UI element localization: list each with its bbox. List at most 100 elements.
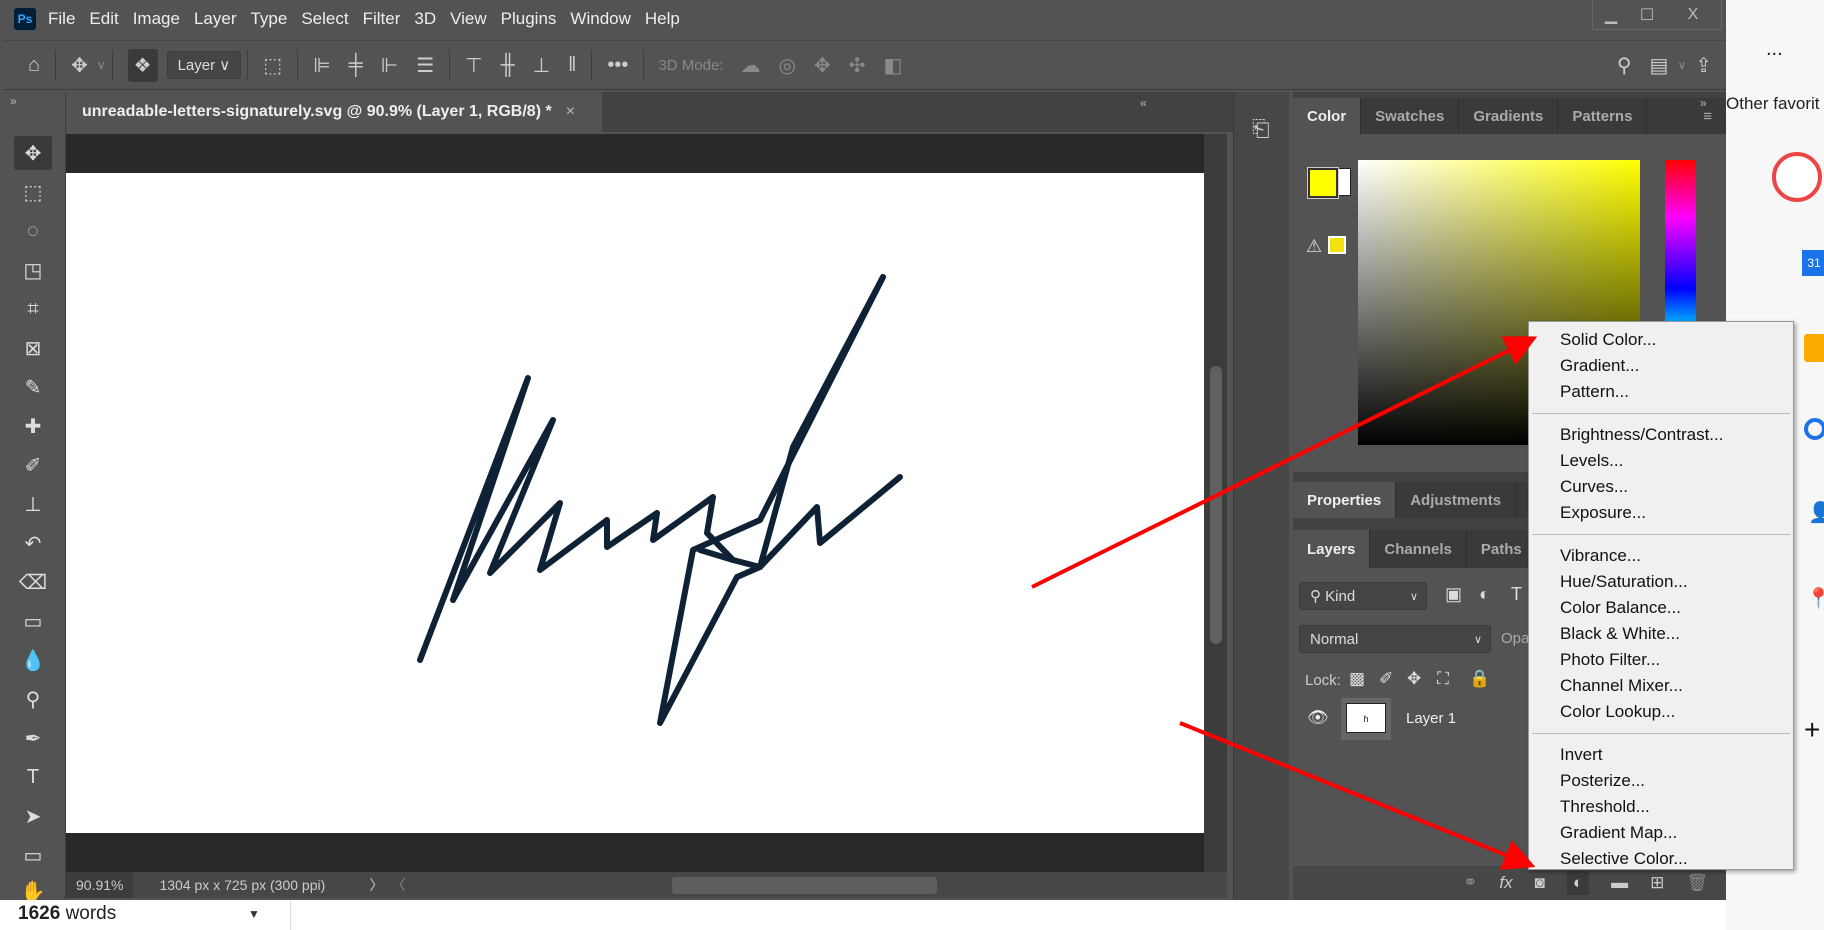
other-favorites[interactable]: Other favorit bbox=[1726, 94, 1820, 114]
dodge-tool-icon[interactable]: ⚲ bbox=[14, 682, 52, 716]
filter-kind-select[interactable]: ⚲ Kind ∨ bbox=[1299, 582, 1427, 610]
panel-menu-icon[interactable]: ≡ bbox=[1689, 98, 1726, 134]
marquee-tool-icon[interactable]: ⬚ bbox=[14, 175, 52, 209]
pen-tool-icon[interactable]: ✒ bbox=[14, 721, 52, 755]
menu-item-channel-mixer[interactable]: Channel Mixer... bbox=[1529, 673, 1793, 699]
menu-item-threshold[interactable]: Threshold... bbox=[1529, 794, 1793, 820]
minimize-button[interactable]: ▁ bbox=[1593, 0, 1629, 29]
auto-select-layers-icon[interactable]: ❖ bbox=[127, 48, 158, 82]
menu-item-posterize[interactable]: Posterize... bbox=[1529, 768, 1793, 794]
add-icon[interactable]: + bbox=[1804, 714, 1820, 746]
object-select-tool-icon[interactable]: ◳ bbox=[14, 253, 52, 287]
distribute-vertical-icon[interactable]: ‖ bbox=[568, 54, 576, 77]
healing-brush-icon[interactable]: ✚ bbox=[14, 409, 52, 443]
menu-item-vibrance[interactable]: Vibrance... bbox=[1529, 543, 1793, 569]
menu-item-color-lookup[interactable]: Color Lookup... bbox=[1529, 699, 1793, 725]
more-icon[interactable]: ... bbox=[1766, 38, 1783, 61]
menu-item-black-white[interactable]: Black & White... bbox=[1529, 621, 1793, 647]
scroll-left-arrow[interactable]: 〈 bbox=[391, 875, 405, 895]
tab-channels[interactable]: Channels bbox=[1370, 530, 1467, 568]
collapse-panels-icon[interactable]: « bbox=[1140, 96, 1147, 110]
menu-item-curves[interactable]: Curves... bbox=[1529, 474, 1793, 500]
align-center-icon[interactable]: ╪ bbox=[349, 54, 363, 77]
menu-filter[interactable]: Filter bbox=[363, 9, 401, 29]
menu-file[interactable]: File bbox=[48, 9, 75, 29]
history-panel-icon[interactable]: ⎗ bbox=[1252, 116, 1270, 142]
menu-select[interactable]: Select bbox=[301, 9, 348, 29]
menu-item-color-balance[interactable]: Color Balance... bbox=[1529, 595, 1793, 621]
blur-tool-icon[interactable]: 💧 bbox=[14, 643, 52, 677]
status-menu-arrow[interactable]: 〉 bbox=[369, 875, 391, 895]
menu-3d[interactable]: 3D bbox=[414, 9, 436, 29]
foreground-color-swatch[interactable] bbox=[1307, 167, 1339, 199]
tab-patterns[interactable]: Patterns bbox=[1558, 98, 1648, 134]
menu-type[interactable]: Type bbox=[250, 9, 287, 29]
link-layers-icon[interactable]: ⚭ bbox=[1463, 873, 1477, 893]
tab-paths[interactable]: Paths bbox=[1467, 530, 1537, 568]
tab-gradients[interactable]: Gradients bbox=[1459, 98, 1559, 134]
filter-adjustment-icon[interactable]: ◐ bbox=[1479, 584, 1490, 605]
eraser-tool-icon[interactable]: ⌫ bbox=[14, 565, 52, 599]
close-button[interactable]: X bbox=[1665, 0, 1721, 29]
3d-camera-icon[interactable]: ◧ bbox=[883, 53, 902, 78]
history-brush-icon[interactable]: ↶ bbox=[14, 526, 52, 560]
lock-transparent-icon[interactable]: ▩ bbox=[1349, 669, 1365, 689]
menu-help[interactable]: Help bbox=[645, 9, 680, 29]
group-folder-icon[interactable]: ▬ bbox=[1611, 873, 1628, 893]
calendar-icon[interactable]: 31 bbox=[1802, 250, 1824, 276]
brush-tool-icon[interactable]: ✐ bbox=[14, 448, 52, 482]
3d-pan-icon[interactable]: ✥ bbox=[814, 53, 831, 78]
frame-tool-icon[interactable]: ⊠ bbox=[14, 331, 52, 365]
adjustment-layer-icon[interactable]: ◐ bbox=[1566, 871, 1590, 895]
maximize-button[interactable]: ☐ bbox=[1629, 0, 1665, 29]
align-middle-icon[interactable]: ╫ bbox=[501, 54, 515, 77]
menu-item-gradient-map[interactable]: Gradient Map... bbox=[1529, 820, 1793, 846]
menu-window[interactable]: Window bbox=[570, 9, 630, 29]
menu-item-gradient[interactable]: Gradient... bbox=[1529, 353, 1793, 379]
layer-name[interactable]: Layer 1 bbox=[1406, 710, 1456, 727]
filter-type-icon[interactable]: T bbox=[1511, 584, 1522, 605]
contacts-icon[interactable]: 👤 bbox=[1808, 500, 1824, 525]
vertical-scroll-thumb[interactable] bbox=[1210, 366, 1222, 644]
chevron-down-icon[interactable]: ∨ bbox=[1677, 58, 1686, 72]
menu-plugins[interactable]: Plugins bbox=[501, 9, 557, 29]
workspace-icon[interactable]: ▤ bbox=[1650, 53, 1669, 78]
new-layer-icon[interactable]: ⊞ bbox=[1650, 873, 1664, 893]
expand-icon[interactable]: » bbox=[10, 94, 17, 108]
filter-pixel-icon[interactable]: ▣ bbox=[1445, 584, 1462, 605]
menu-item-exposure[interactable]: Exposure... bbox=[1529, 500, 1793, 526]
red-panda-avatar-icon[interactable] bbox=[1772, 152, 1822, 202]
chevron-down-icon[interactable]: ∨ bbox=[97, 58, 106, 72]
search-icon[interactable]: ⚲ bbox=[1617, 53, 1632, 78]
document-tab[interactable]: unreadable-letters-signaturely.svg @ 90.… bbox=[66, 92, 602, 132]
tab-properties[interactable]: Properties bbox=[1293, 482, 1397, 518]
align-right-icon[interactable]: ⊩ bbox=[381, 53, 398, 78]
menu-image[interactable]: Image bbox=[133, 9, 180, 29]
menu-item-brightness-contrast[interactable]: Brightness/Contrast... bbox=[1529, 422, 1793, 448]
lock-all-icon[interactable]: 🔒 bbox=[1469, 669, 1490, 689]
path-select-tool-icon[interactable]: ➤ bbox=[14, 799, 52, 833]
move-tool-icon[interactable]: ✥ bbox=[14, 136, 52, 170]
dropdown-arrow-icon[interactable]: ▼ bbox=[248, 907, 260, 921]
crop-tool-icon[interactable]: ⌗ bbox=[14, 292, 52, 326]
transform-controls-icon[interactable]: ⬚ bbox=[263, 53, 282, 78]
menu-item-pattern[interactable]: Pattern... bbox=[1529, 379, 1793, 405]
align-top-icon[interactable]: ⊤ bbox=[465, 53, 482, 78]
home-icon[interactable]: ⌂ bbox=[28, 54, 40, 77]
tab-color[interactable]: Color bbox=[1293, 98, 1362, 134]
expand-panels-icon[interactable]: » bbox=[1700, 96, 1707, 110]
menu-edit[interactable]: Edit bbox=[89, 9, 118, 29]
distribute-icon[interactable]: ☰ bbox=[416, 53, 434, 78]
menu-view[interactable]: View bbox=[450, 9, 487, 29]
3d-roll-icon[interactable]: ◎ bbox=[778, 53, 795, 78]
type-tool-icon[interactable]: T bbox=[14, 760, 52, 794]
stamp-tool-icon[interactable]: ⊥ bbox=[14, 487, 52, 521]
gamut-color-swatch[interactable] bbox=[1328, 236, 1346, 254]
menu-item-solid-color[interactable]: Solid Color... bbox=[1529, 327, 1793, 353]
lock-brush-icon[interactable]: ✐ bbox=[1379, 669, 1393, 689]
close-tab-icon[interactable]: × bbox=[566, 103, 575, 121]
horizontal-scroll-thumb[interactable] bbox=[672, 877, 937, 894]
delete-layer-icon[interactable]: 🗑 bbox=[1686, 873, 1708, 893]
tab-layers[interactable]: Layers bbox=[1293, 530, 1371, 568]
menu-item-photo-filter[interactable]: Photo Filter... bbox=[1529, 647, 1793, 673]
